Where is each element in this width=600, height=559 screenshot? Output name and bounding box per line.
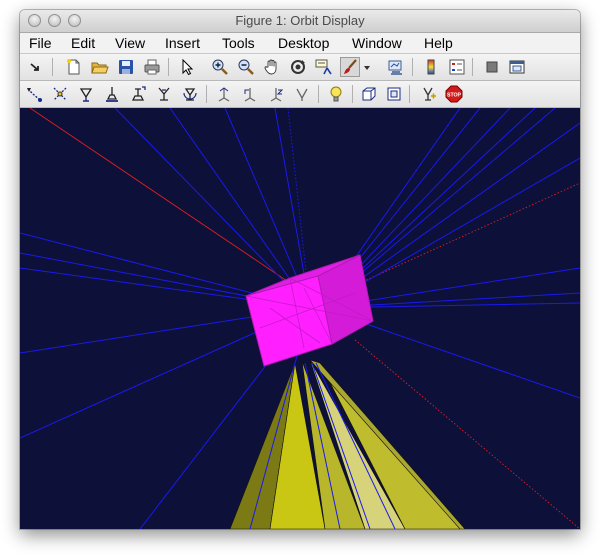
brush-button[interactable] — [340, 57, 360, 77]
orbit-camera-icon — [27, 88, 42, 102]
data-cursor-button[interactable] — [314, 57, 334, 77]
show-plot-tools-button[interactable] — [507, 57, 527, 77]
principal-axis-y-button[interactable] — [240, 84, 260, 104]
menu-view[interactable]: View — [115, 33, 145, 53]
link-plot-icon — [388, 60, 402, 75]
brush-dropdown-icon — [364, 66, 370, 70]
zoom-camera-icon — [158, 87, 170, 101]
print-icon — [144, 59, 160, 75]
figure-window: Figure 1: Orbit Display File Edit View I… — [20, 10, 580, 529]
no-axis-icon — [296, 88, 308, 101]
principal-axis-z-button[interactable] — [266, 84, 286, 104]
orbit-light-button[interactable] — [50, 84, 70, 104]
open-file-button[interactable] — [90, 57, 110, 77]
orbit-3d-scene — [20, 108, 580, 529]
no-principal-axis-button[interactable] — [292, 84, 312, 104]
brush-dropdown-button[interactable] — [361, 57, 373, 77]
move-camera-button[interactable] — [102, 84, 122, 104]
stop-camera-icon: STOP — [445, 85, 463, 103]
figure-toolbar — [20, 54, 580, 81]
move-camera-forward-icon — [131, 86, 146, 101]
zoom-in-icon — [212, 59, 228, 75]
brush-icon — [344, 59, 357, 74]
rotate-3d-button[interactable] — [288, 57, 308, 77]
orbit-camera-button[interactable] — [24, 84, 44, 104]
print-button[interactable] — [142, 57, 162, 77]
orthographic-projection-icon — [387, 87, 401, 101]
open-file-icon — [91, 62, 109, 74]
hide-plot-tools-button[interactable] — [482, 57, 502, 77]
menu-tools[interactable]: Tools — [222, 33, 255, 53]
orthographic-projection-button[interactable] — [384, 84, 404, 104]
menu-bar: File Edit View Insert Tools Desktop Wind… — [20, 33, 580, 54]
show-plot-tools-icon — [509, 60, 525, 74]
dock-button[interactable] — [25, 57, 45, 77]
svg-text:STOP: STOP — [447, 93, 462, 99]
zoom-out-icon — [238, 59, 254, 75]
scene-light-icon — [330, 86, 342, 102]
save-button[interactable] — [116, 57, 136, 77]
rotate-3d-icon — [291, 60, 305, 74]
pan-hand-icon — [264, 59, 277, 75]
orbit-plot-area[interactable] — [20, 108, 580, 529]
pan-tilt-camera-button[interactable] — [76, 84, 96, 104]
data-cursor-icon — [315, 59, 332, 75]
zoom-out-button[interactable] — [236, 57, 256, 77]
principal-axis-y-icon — [244, 88, 256, 102]
principal-axis-z-icon — [270, 88, 284, 102]
link-plot-button[interactable] — [386, 57, 406, 77]
camera-toolbar: STOP — [20, 81, 580, 108]
principal-axis-x-button[interactable] — [214, 84, 234, 104]
insert-legend-button[interactable] — [447, 57, 467, 77]
perspective-projection-button[interactable] — [359, 84, 379, 104]
new-figure-icon — [67, 59, 80, 75]
reset-camera-button[interactable] — [419, 84, 439, 104]
move-camera-forward-button[interactable] — [128, 84, 148, 104]
dock-icon — [30, 63, 39, 71]
stop-camera-button[interactable]: STOP — [444, 84, 464, 104]
scene-light-button[interactable] — [326, 84, 346, 104]
perspective-projection-icon — [362, 87, 376, 101]
move-camera-icon — [106, 87, 118, 102]
roll-camera-button[interactable] — [180, 84, 200, 104]
menu-window[interactable]: Window — [352, 33, 402, 53]
orbit-light-icon — [53, 87, 67, 101]
save-icon — [119, 60, 133, 74]
colorbar-icon — [427, 59, 435, 75]
menu-edit[interactable]: Edit — [71, 33, 95, 53]
roll-camera-icon — [183, 88, 197, 101]
menu-file[interactable]: File — [29, 33, 52, 53]
insert-colorbar-button[interactable] — [421, 57, 441, 77]
legend-icon — [449, 59, 465, 75]
window-title: Figure 1: Orbit Display — [235, 13, 365, 28]
menu-help[interactable]: Help — [424, 33, 453, 53]
menu-insert[interactable]: Insert — [165, 33, 200, 53]
title-bar[interactable]: Figure 1: Orbit Display — [20, 10, 580, 33]
new-figure-button[interactable] — [64, 57, 84, 77]
select-pointer-button[interactable] — [177, 57, 197, 77]
select-pointer-icon — [182, 58, 194, 76]
hide-plot-tools-icon — [486, 61, 498, 73]
reset-camera-icon — [423, 87, 436, 101]
pan-button[interactable] — [262, 57, 282, 77]
pan-tilt-camera-icon — [79, 88, 93, 102]
principal-axis-x-icon — [218, 87, 230, 102]
zoom-camera-button[interactable] — [154, 84, 174, 104]
zoom-in-button[interactable] — [210, 57, 230, 77]
menu-desktop[interactable]: Desktop — [278, 33, 329, 53]
